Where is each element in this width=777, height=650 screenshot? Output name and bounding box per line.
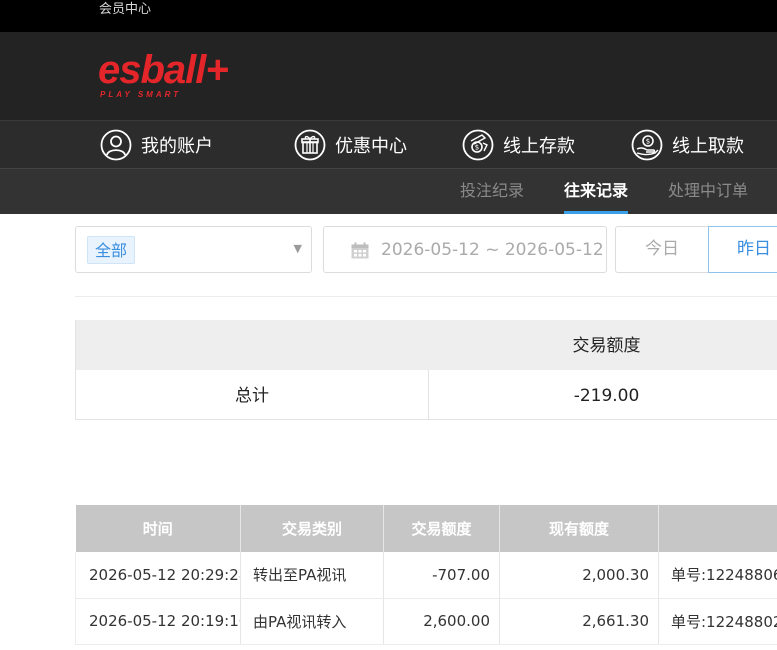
caret-down-icon: ▼	[293, 242, 302, 255]
col-header-amount: 交易额度	[383, 505, 500, 552]
records-header-row: 时间 交易类别 交易额度 现有额度	[75, 505, 777, 552]
cell-order-no: 单号:12248806	[658, 552, 777, 599]
yesterday-button[interactable]: 昨日	[708, 226, 777, 273]
cell-type: 由PA视讯转入	[240, 598, 384, 645]
site-header: esball+ PLAY SMART	[0, 32, 777, 120]
col-header-balance: 现有额度	[499, 505, 659, 552]
withdraw-icon: $	[631, 129, 663, 161]
nav-promotions[interactable]: 优惠中心	[294, 129, 407, 161]
cell-time: 2026-05-12 20:29:28	[75, 552, 241, 599]
main-nav: 我的账户 优惠中心 $ 线上存款 $ 线上取款	[0, 120, 777, 168]
cell-amount: -707.00	[383, 552, 500, 599]
nav-my-account[interactable]: 我的账户	[100, 129, 213, 161]
transaction-records-table: 时间 交易类别 交易额度 现有额度 2026-05-12 20:29:28 转出…	[75, 505, 777, 645]
cell-order-no: 单号:12248802	[658, 598, 777, 645]
deposit-icon: $	[462, 129, 494, 161]
user-icon	[100, 129, 132, 161]
summary-header-amount: 交易额度	[572, 336, 641, 356]
divider	[75, 296, 777, 297]
summary-total-label: 总计	[76, 370, 429, 420]
cell-amount: 2,600.00	[383, 598, 500, 645]
col-header-time: 时间	[75, 505, 241, 552]
tab-transaction-records[interactable]: 往来记录	[564, 169, 629, 214]
cell-balance: 2,000.30	[499, 552, 659, 599]
date-range-picker[interactable]: 2026-05-12 ~ 2026-05-12	[323, 226, 607, 273]
tab-pending-orders[interactable]: 处理中订单	[668, 169, 748, 214]
summary-total-row: 总计 -219.00	[76, 370, 777, 420]
cell-balance: 2,661.30	[499, 598, 659, 645]
logo-tagline: PLAY SMART	[100, 90, 182, 99]
nav-online-withdraw[interactable]: $ 线上取款	[631, 129, 744, 161]
nav-label: 我的账户	[141, 136, 213, 157]
svg-text:$: $	[475, 144, 479, 152]
summary-table: 交易额度 总计 -219.00	[75, 320, 777, 420]
logo-wordmark: esball+	[98, 48, 229, 92]
esball-logo[interactable]: esball+ PLAY SMART	[98, 48, 229, 99]
col-header-remark	[658, 505, 777, 552]
sub-nav: 投注纪录 往来记录 处理中订单	[0, 168, 777, 214]
summary-total-value: -219.00	[573, 386, 640, 406]
nav-online-deposit[interactable]: $ 线上存款	[462, 129, 575, 161]
table-row: 2026-05-12 20:19:16 由PA视讯转入 2,600.00 2,6…	[75, 598, 777, 645]
cell-type: 转出至PA视讯	[240, 552, 384, 599]
selected-type-tag[interactable]: 全部	[87, 236, 136, 264]
date-range-text: 2026-05-12 ~ 2026-05-12	[381, 240, 604, 260]
summary-header-row: 交易额度	[76, 320, 777, 370]
today-button[interactable]: 今日	[615, 226, 709, 273]
nav-label: 线上取款	[672, 136, 744, 157]
cell-time: 2026-05-12 20:19:16	[75, 598, 241, 645]
member-center-link[interactable]: 会员中心	[99, 0, 151, 20]
tab-bet-records[interactable]: 投注纪录	[460, 169, 524, 214]
svg-text:$: $	[646, 138, 650, 146]
top-bar: 会员中心	[0, 0, 777, 32]
calendar-icon	[351, 242, 369, 259]
nav-label: 线上存款	[503, 136, 575, 157]
gift-icon	[294, 129, 326, 161]
nav-label: 优惠中心	[335, 136, 407, 157]
table-row: 2026-05-12 20:29:28 转出至PA视讯 -707.00 2,00…	[75, 552, 777, 599]
col-header-type: 交易类别	[240, 505, 384, 552]
transaction-type-select[interactable]: 全部 ▼	[75, 226, 312, 273]
